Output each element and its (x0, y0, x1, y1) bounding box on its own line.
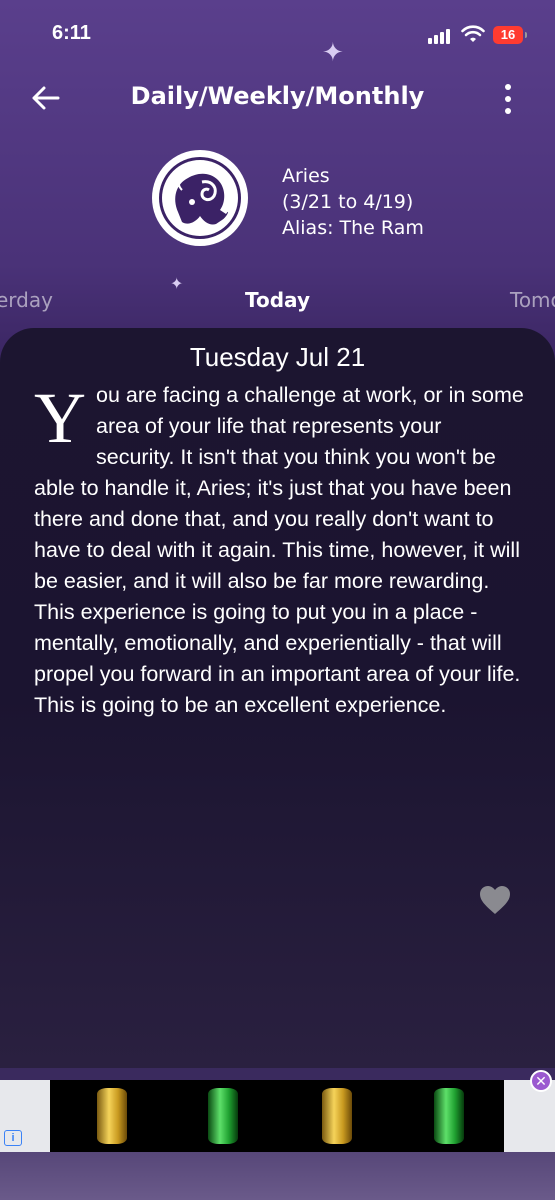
horoscope-text: Y ou are facing a challenge at work, or … (34, 380, 524, 721)
heart-favorite-icon[interactable] (478, 884, 512, 916)
ad-creative[interactable] (50, 1080, 504, 1152)
tab-tomorrow[interactable]: Tomo (510, 288, 555, 312)
reading-body: ou are facing a challenge at work, or in… (34, 383, 524, 717)
wifi-icon (461, 25, 485, 42)
page-title: Daily/Weekly/Monthly (130, 82, 425, 110)
battery-icon: 16 (493, 26, 527, 44)
status-bar: 6:11 16 (0, 0, 555, 60)
sign-info: Aries (3/21 to 4/19) Alias: The Ram (282, 163, 424, 241)
tab-today[interactable]: Today (0, 288, 555, 312)
gold-ring-image (97, 1088, 127, 1144)
more-options-icon[interactable] (498, 84, 518, 114)
green-ring-image (208, 1088, 238, 1144)
sign-name: Aries (282, 165, 330, 187)
cellular-signal-icon (428, 29, 450, 44)
ad-banner[interactable]: i (0, 1080, 555, 1152)
ad-close-icon[interactable]: ✕ (530, 1070, 552, 1092)
gold-ring-image (322, 1088, 352, 1144)
aries-ram-emblem (152, 150, 248, 246)
ad-info-icon[interactable]: i (4, 1130, 22, 1146)
status-time: 6:11 (52, 22, 91, 44)
sign-alias: Alias: The Ram (282, 217, 424, 239)
green-ring-image (434, 1088, 464, 1144)
drop-cap: Y (34, 378, 86, 458)
sign-dates: (3/21 to 4/19) (282, 191, 414, 213)
reading-date: Tuesday Jul 21 (189, 342, 366, 372)
